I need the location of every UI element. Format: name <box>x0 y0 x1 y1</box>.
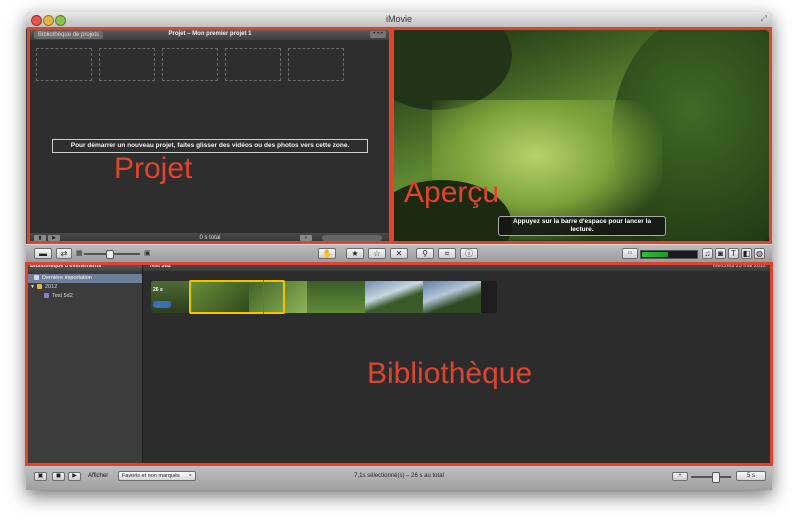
audio-level-meter <box>640 250 698 259</box>
camera-import-button[interactable]: ▬ <box>34 248 52 259</box>
photo-button[interactable]: ◙ <box>715 248 726 259</box>
library-annotation: Bibliothèque <box>367 357 533 390</box>
project-highlight <box>27 27 392 244</box>
star-outline-icon: ☆ <box>373 249 381 258</box>
thumbnail-icon: ▦ <box>76 250 83 257</box>
project-annotation: Projet <box>114 152 193 185</box>
voiceover-button[interactable]: ▭ <box>622 248 638 259</box>
main-toolbar: ▬ ⇄ ▦ ▣ ✋ ★ ☆ ✕ ⚲ ⌗ ⓘ ▭ ♫ ◙ T ◧ ◍ <box>26 244 772 263</box>
camera-icon: ▬ <box>39 249 47 258</box>
zoom-icon: + <box>678 473 682 479</box>
crop-button[interactable]: ⌗ <box>438 248 456 259</box>
title-icon: T <box>731 249 736 258</box>
title-button[interactable]: T <box>728 248 739 259</box>
bottom-bar: ▣ ◼ ▶ Afficher Favoris et non marqués ‣ 7… <box>26 465 772 490</box>
swap-button[interactable]: ⇄ <box>56 248 72 259</box>
key-icon: ⚲ <box>422 249 428 258</box>
map-button[interactable]: ◍ <box>754 248 765 259</box>
photo-icon: ◙ <box>718 249 723 258</box>
zoom-button[interactable]: + <box>672 472 688 481</box>
music-button[interactable]: ♫ <box>702 248 713 259</box>
frames-zoom-slider[interactable] <box>691 476 731 478</box>
transition-button[interactable]: ◧ <box>741 248 752 259</box>
audio-level-fill <box>642 252 668 257</box>
info-icon: ⓘ <box>465 249 473 258</box>
window-title: iMovie <box>385 14 412 24</box>
select-tool-button[interactable]: ✋ <box>318 248 336 259</box>
keyword-button[interactable]: ⚲ <box>416 248 434 259</box>
reject-button[interactable]: ✕ <box>390 248 408 259</box>
slider-knob[interactable] <box>106 250 114 259</box>
crop-icon: ⌗ <box>444 249 450 258</box>
music-icon: ♫ <box>704 249 711 258</box>
swap-icon: ⇄ <box>60 249 68 258</box>
star-icon: ★ <box>351 249 359 258</box>
reject-icon: ✕ <box>395 249 403 258</box>
globe-icon: ◍ <box>756 249 763 258</box>
hand-icon: ✋ <box>322 249 332 258</box>
mark-favorite-button[interactable]: ★ <box>346 248 364 259</box>
slider-knob[interactable] <box>712 472 720 483</box>
duration-display: 5 s <box>736 471 766 481</box>
inspector-button[interactable]: ⓘ <box>460 248 478 259</box>
preview-highlight <box>391 27 772 244</box>
unmark-button[interactable]: ☆ <box>368 248 386 259</box>
fullscreen-icon[interactable]: ⤢ <box>761 14 767 24</box>
thumbnail-large-icon: ▣ <box>144 250 151 257</box>
transition-icon: ◧ <box>742 249 751 258</box>
preview-annotation: Aperçu <box>404 176 500 209</box>
selection-status: 7,1s sélectionné(s) – 26 s au total <box>354 473 444 479</box>
voiceover-icon: ▭ <box>627 250 633 256</box>
